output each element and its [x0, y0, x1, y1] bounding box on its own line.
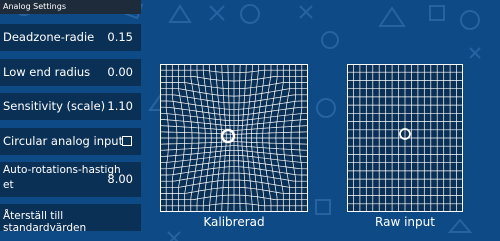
sensitivity-label: Sensitivity (scale)	[3, 99, 106, 113]
page-title: Analog Settings	[0, 0, 141, 14]
raw-input-label: Raw input	[375, 215, 435, 229]
raw-input-grid-plot	[347, 64, 463, 212]
sensitivity-value: 1.10	[107, 99, 133, 113]
circular-input-label: Circular analog input	[3, 134, 124, 148]
low-end-radius-label: Low end radius	[3, 65, 91, 79]
low-end-radius-value: 0.00	[107, 65, 133, 79]
auto-rotation-label-line1: Auto-rotations-hastigh	[3, 164, 121, 176]
circular-input-checkbox[interactable]	[122, 136, 132, 146]
auto-rotation-value: 8.00	[107, 172, 133, 186]
calibrated-label: Kalibrerad	[203, 215, 265, 229]
auto-rotation-label-line2: et	[3, 179, 14, 191]
sensitivity-setting[interactable]: Sensitivity (scale) 1.10	[0, 93, 141, 120]
low-end-radius-setting[interactable]: Low end radius 0.00	[0, 59, 141, 86]
calibrated-grid-plot	[160, 64, 308, 212]
deadzone-label: Deadzone-radie	[3, 30, 95, 44]
reset-defaults-button[interactable]: Återställ till standardvärden	[0, 204, 141, 234]
reset-defaults-label: Återställ till standardvärden	[3, 210, 87, 234]
auto-rotation-setting[interactable]: Auto-rotations-hastigh et 8.00	[0, 162, 141, 197]
deadzone-value: 0.15	[107, 30, 133, 44]
deadzone-setting[interactable]: Deadzone-radie 0.15	[0, 24, 141, 51]
circular-input-setting[interactable]: Circular analog input	[0, 128, 141, 155]
